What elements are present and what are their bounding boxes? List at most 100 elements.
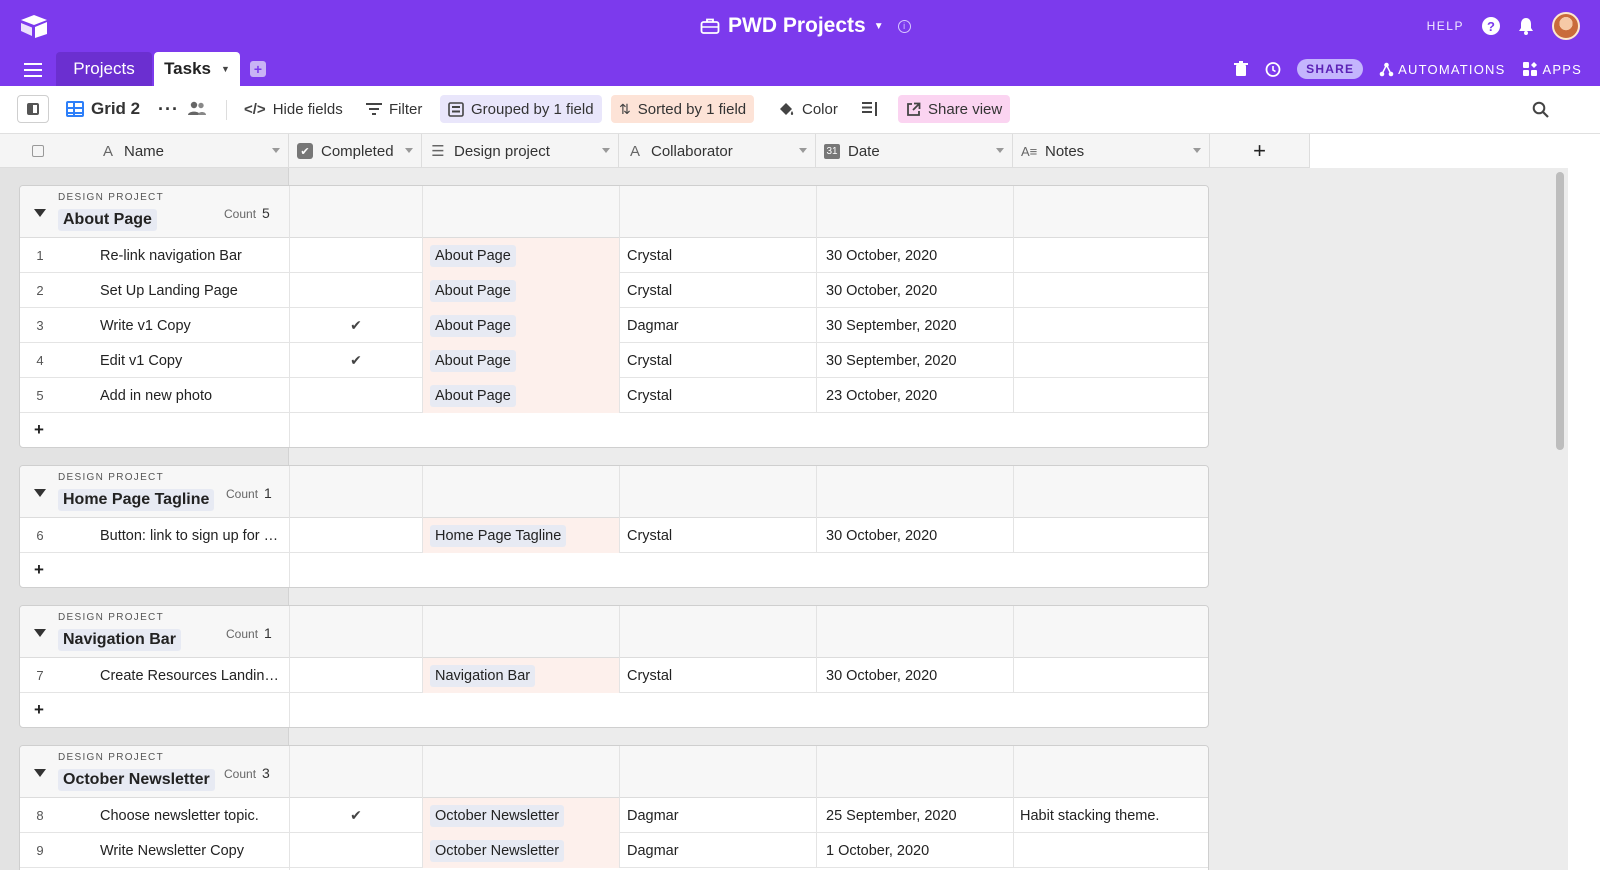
column-header-design-project[interactable]: ☰ Design project [422, 134, 619, 168]
group-header[interactable]: DESIGN PROJECT Home Page Tagline Count 1 [20, 466, 1208, 518]
cell-completed-checkbox[interactable] [289, 518, 422, 553]
cell-date[interactable]: 30 October, 2020 [816, 658, 1013, 693]
cell-design-project[interactable]: Navigation Bar [422, 658, 619, 693]
table-row[interactable]: 6 Button: link to sign up for … Home Pag… [20, 518, 1208, 553]
group-header[interactable]: DESIGN PROJECT Navigation Bar Count 1 [20, 606, 1208, 658]
cell-date[interactable]: 1 October, 2020 [816, 833, 1013, 868]
base-title[interactable]: PWD Projects [728, 14, 866, 38]
table-row[interactable]: 8 Choose newsletter topic. ✔ October New… [20, 798, 1208, 833]
table-row[interactable]: 1 Re-link navigation Bar About Page Crys… [20, 238, 1208, 273]
filter-button[interactable]: Filter [358, 95, 430, 123]
base-title-group[interactable]: PWD Projects ▼ i [700, 12, 911, 40]
bell-icon[interactable] [1518, 17, 1534, 35]
linked-record-chip[interactable]: Navigation Bar [430, 664, 536, 687]
cell-design-project[interactable]: October Newsletter [422, 798, 619, 833]
table-row[interactable]: 3 Write v1 Copy ✔ About Page Dagmar 30 S… [20, 308, 1208, 343]
help-link[interactable]: HELP [1427, 19, 1464, 33]
cell-completed-checkbox[interactable]: ✔ [289, 308, 422, 343]
column-header-collaborator[interactable]: A Collaborator [619, 134, 816, 168]
linked-record-chip[interactable]: About Page [430, 244, 516, 267]
cell-completed-checkbox[interactable]: ✔ [289, 798, 422, 833]
cell-name[interactable]: Write v1 Copy [100, 308, 288, 343]
collapse-toggle-icon[interactable] [34, 209, 46, 217]
column-header-date[interactable]: 31 Date [816, 134, 1013, 168]
column-menu-icon[interactable] [272, 148, 280, 153]
column-menu-icon[interactable] [602, 148, 610, 153]
add-record-row[interactable]: + [20, 693, 1208, 727]
cell-design-project[interactable]: About Page [422, 343, 619, 378]
table-row[interactable]: 7 Create Resources Landin… Navigation Ba… [20, 658, 1208, 693]
tab-dropdown-icon[interactable]: ▼ [221, 64, 230, 74]
cell-date[interactable]: 23 October, 2020 [816, 378, 1013, 413]
row-height-button[interactable] [854, 95, 886, 123]
add-record-row[interactable]: + [20, 553, 1208, 587]
base-logo-icon[interactable] [20, 14, 48, 38]
share-view-button[interactable]: Share view [898, 95, 1011, 123]
cell-date[interactable]: 30 September, 2020 [816, 343, 1013, 378]
cell-collaborator[interactable]: Crystal [619, 658, 816, 693]
cell-notes[interactable] [1013, 378, 1208, 413]
column-menu-icon[interactable] [405, 148, 413, 153]
cell-name[interactable]: Edit v1 Copy [100, 343, 288, 378]
apps-button[interactable]: APPS [1522, 61, 1582, 77]
cell-date[interactable]: 25 September, 2020 [816, 798, 1013, 833]
cell-design-project[interactable]: About Page [422, 378, 619, 413]
cell-notes[interactable] [1013, 833, 1208, 868]
view-switcher[interactable]: Grid 2 [58, 95, 148, 123]
sidebar-toggle-button[interactable] [17, 95, 49, 123]
add-field-button[interactable]: + [1210, 134, 1310, 168]
cell-name[interactable]: Add in new photo [100, 378, 288, 413]
linked-record-chip[interactable]: About Page [430, 314, 516, 337]
cell-date[interactable]: 30 October, 2020 [816, 238, 1013, 273]
table-row[interactable]: 2 Set Up Landing Page About Page Crystal… [20, 273, 1208, 308]
cell-collaborator[interactable]: Crystal [619, 273, 816, 308]
linked-record-chip[interactable]: About Page [430, 384, 516, 407]
cell-date[interactable]: 30 October, 2020 [816, 273, 1013, 308]
cell-design-project[interactable]: About Page [422, 308, 619, 343]
menu-icon[interactable] [24, 63, 42, 77]
add-record-row[interactable]: + [20, 413, 1208, 447]
cell-completed-checkbox[interactable] [289, 833, 422, 868]
table-row[interactable]: 5 Add in new photo About Page Crystal 23… [20, 378, 1208, 413]
add-record-icon[interactable]: + [34, 560, 44, 580]
help-icon[interactable]: ? [1482, 17, 1500, 35]
vertical-scrollbar[interactable] [1556, 172, 1564, 450]
cell-collaborator[interactable]: Dagmar [619, 308, 816, 343]
column-header-name[interactable]: A Name [92, 134, 289, 168]
group-header[interactable]: DESIGN PROJECT About Page Count 5 [20, 186, 1208, 238]
linked-record-chip[interactable]: Home Page Tagline [430, 524, 567, 547]
automations-button[interactable]: AUTOMATIONS [1379, 62, 1505, 77]
cell-name[interactable]: Create Resources Landin… [100, 658, 288, 693]
cell-completed-checkbox[interactable] [289, 658, 422, 693]
cell-name[interactable]: Choose newsletter topic. [100, 798, 288, 833]
cell-date[interactable]: 30 September, 2020 [816, 308, 1013, 343]
group-button[interactable]: Grouped by 1 field [440, 95, 602, 123]
color-button[interactable]: Color [770, 95, 846, 123]
cell-notes[interactable] [1013, 273, 1208, 308]
cell-design-project[interactable]: About Page [422, 273, 619, 308]
history-icon[interactable] [1264, 61, 1281, 78]
cell-notes[interactable] [1013, 658, 1208, 693]
cell-design-project[interactable]: October Newsletter [422, 833, 619, 868]
collapse-toggle-icon[interactable] [34, 629, 46, 637]
cell-name[interactable]: Set Up Landing Page [100, 273, 288, 308]
add-table-icon[interactable]: + [250, 61, 266, 77]
add-record-icon[interactable]: + [34, 700, 44, 720]
cell-completed-checkbox[interactable] [289, 378, 422, 413]
cell-collaborator[interactable]: Crystal [619, 518, 816, 553]
avatar[interactable] [1552, 12, 1580, 40]
tab-tasks[interactable]: Tasks ▼ [154, 52, 240, 86]
cell-notes[interactable] [1013, 238, 1208, 273]
table-row[interactable]: 9 Write Newsletter Copy October Newslett… [20, 833, 1208, 868]
info-icon[interactable]: i [897, 19, 911, 33]
column-menu-icon[interactable] [1193, 148, 1201, 153]
select-all-checkbox[interactable] [32, 145, 44, 157]
title-dropdown-icon[interactable]: ▼ [874, 21, 884, 32]
cell-notes[interactable] [1013, 343, 1208, 378]
cell-completed-checkbox[interactable] [289, 238, 422, 273]
linked-record-chip[interactable]: October Newsletter [430, 839, 565, 862]
trash-icon[interactable] [1234, 61, 1249, 77]
cell-collaborator[interactable]: Crystal [619, 343, 816, 378]
cell-design-project[interactable]: Home Page Tagline [422, 518, 619, 553]
cell-name[interactable]: Re-link navigation Bar [100, 238, 288, 273]
